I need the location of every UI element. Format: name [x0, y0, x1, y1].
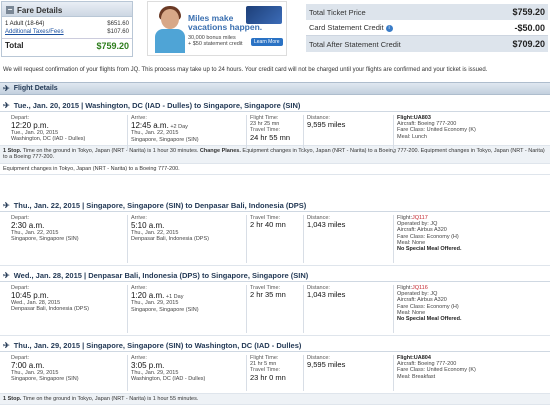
flight-segment: ✈ Tue., Jan. 20, 2015 | Washington, DC (…: [0, 99, 550, 175]
fare-details-panel: − Fare Details 1 Adult (18-64) $651.60 A…: [1, 1, 133, 57]
stop-info: 1 Stop. Time on the ground in Tokyo, Jap…: [0, 146, 550, 164]
airplane-icon: ✈: [3, 84, 10, 93]
depart-column: Depart: 2:30 a.m. Thu., Jan. 22, 2015 Si…: [11, 215, 79, 243]
arrive-column: Arrive: 5:10 a.m. Thu., Jan. 22, 2015 De…: [131, 215, 209, 243]
airplane-icon: ✈: [3, 100, 10, 110]
taxes-fees-link[interactable]: Additional Taxes/Fees: [5, 28, 64, 36]
total-ticket-price-row: Total Ticket Price $759.20: [306, 4, 548, 20]
distance-column: Distance: 1,043 miles: [307, 285, 346, 300]
after-credit-row: Total After Statement Credit $709.20: [306, 36, 548, 52]
stop-info: 1 Stop. Time on the ground in Tokyo, Jap…: [0, 394, 550, 406]
fare-row-adult: 1 Adult (18-64) $651.60: [5, 21, 129, 27]
arrive-column: Arrive: 1:20 a.m. +1 Day Thu., Jan. 29, …: [131, 285, 199, 313]
info-icon[interactable]: i: [385, 24, 393, 32]
flight-segment: ✈ Thu., Jan. 22, 2015 | Singapore, Singa…: [0, 199, 550, 266]
fare-row-taxes: Additional Taxes/Fees $107.60: [5, 28, 129, 36]
segment-title: ✈ Thu., Jan. 29, 2015 | Singapore, Singa…: [0, 339, 550, 352]
distance-column: Distance: 1,043 miles: [307, 215, 346, 230]
statement-credit-row: Card Statement Credit i -$50.00: [306, 20, 548, 36]
segment-title: ✈ Thu., Jan. 22, 2015 | Singapore, Singa…: [0, 199, 550, 212]
flight-segment: ✈ Thu., Jan. 29, 2015 | Singapore, Singa…: [0, 339, 550, 406]
confirmation-notice: We will request confirmation of your fli…: [3, 67, 488, 73]
flight-details-title: Flight Details: [13, 85, 58, 92]
arrive-column: Arrive: 12:45 a.m. +2 Day Thu., Jan. 22,…: [131, 115, 199, 143]
credit-card-image: [246, 6, 282, 24]
credit-card-ad-banner[interactable]: Miles make vacations happen. 30,000 bonu…: [147, 1, 287, 56]
fare-total: Total $759.20: [2, 38, 132, 53]
totals-panel: Total Ticket Price $759.20 Card Statemen…: [306, 4, 548, 52]
fare-details-title: Fare Details: [17, 5, 63, 15]
collapse-icon[interactable]: −: [6, 6, 14, 14]
learn-more-button[interactable]: Learn More: [251, 38, 283, 46]
flight-info-column: Flight:JQ117 Operated by: JQ Aircraft: A…: [397, 215, 462, 253]
time-column: Travel Time: 2 hr 35 mn: [250, 285, 286, 300]
airplane-icon: ✈: [3, 270, 10, 280]
airplane-icon: ✈: [3, 340, 10, 350]
distance-column: Distance: 9,595 miles: [307, 115, 346, 130]
fare-details-header[interactable]: − Fare Details: [2, 2, 132, 17]
ad-subtext: 30,000 bonus miles + $50 statement credi…: [188, 35, 243, 47]
depart-column: Depart: 7:00 a.m. Thu., Jan. 29, 2015 Si…: [11, 355, 79, 383]
time-column: Flight Time: 21 hr 5 mn Travel Time: 23 …: [250, 355, 286, 382]
time-column: Flight Time: 23 hr 25 mn Travel Time: 24…: [250, 115, 291, 142]
ad-person-image: [153, 5, 187, 53]
flight-segment: ✈ Wed., Jan. 28, 2015 | Denpasar Bali, I…: [0, 269, 550, 336]
time-column: Travel Time: 2 hr 40 mn: [250, 215, 286, 230]
distance-column: Distance: 9,595 miles: [307, 355, 346, 370]
segment-title: ✈ Tue., Jan. 20, 2015 | Washington, DC (…: [0, 99, 550, 112]
depart-column: Depart: 12:20 p.m. Tue., Jan. 20, 2015 W…: [11, 115, 86, 143]
arrive-column: Arrive: 3:05 p.m. Thu., Jan. 29, 2015 Wa…: [131, 355, 206, 383]
segment-title: ✈ Wed., Jan. 28, 2015 | Denpasar Bali, I…: [0, 269, 550, 282]
airplane-icon: ✈: [3, 200, 10, 210]
depart-column: Depart: 10:45 p.m. Wed., Jan. 28, 2015 D…: [11, 285, 89, 313]
flight-info-column: Flight:UA804 Aircraft: Boeing 777-200 Fa…: [397, 355, 476, 380]
flight-info-column: Flight:UA803 Aircraft: Boeing 777-200 Fa…: [397, 115, 476, 140]
flight-details-header[interactable]: ✈ Flight Details: [0, 82, 550, 95]
flight-info-column: Flight:JQ116 Operated by: JQ Aircraft: A…: [397, 285, 462, 323]
equipment-change-info: Equipment changes in Tokyo, Japan (NRT -…: [0, 164, 550, 175]
